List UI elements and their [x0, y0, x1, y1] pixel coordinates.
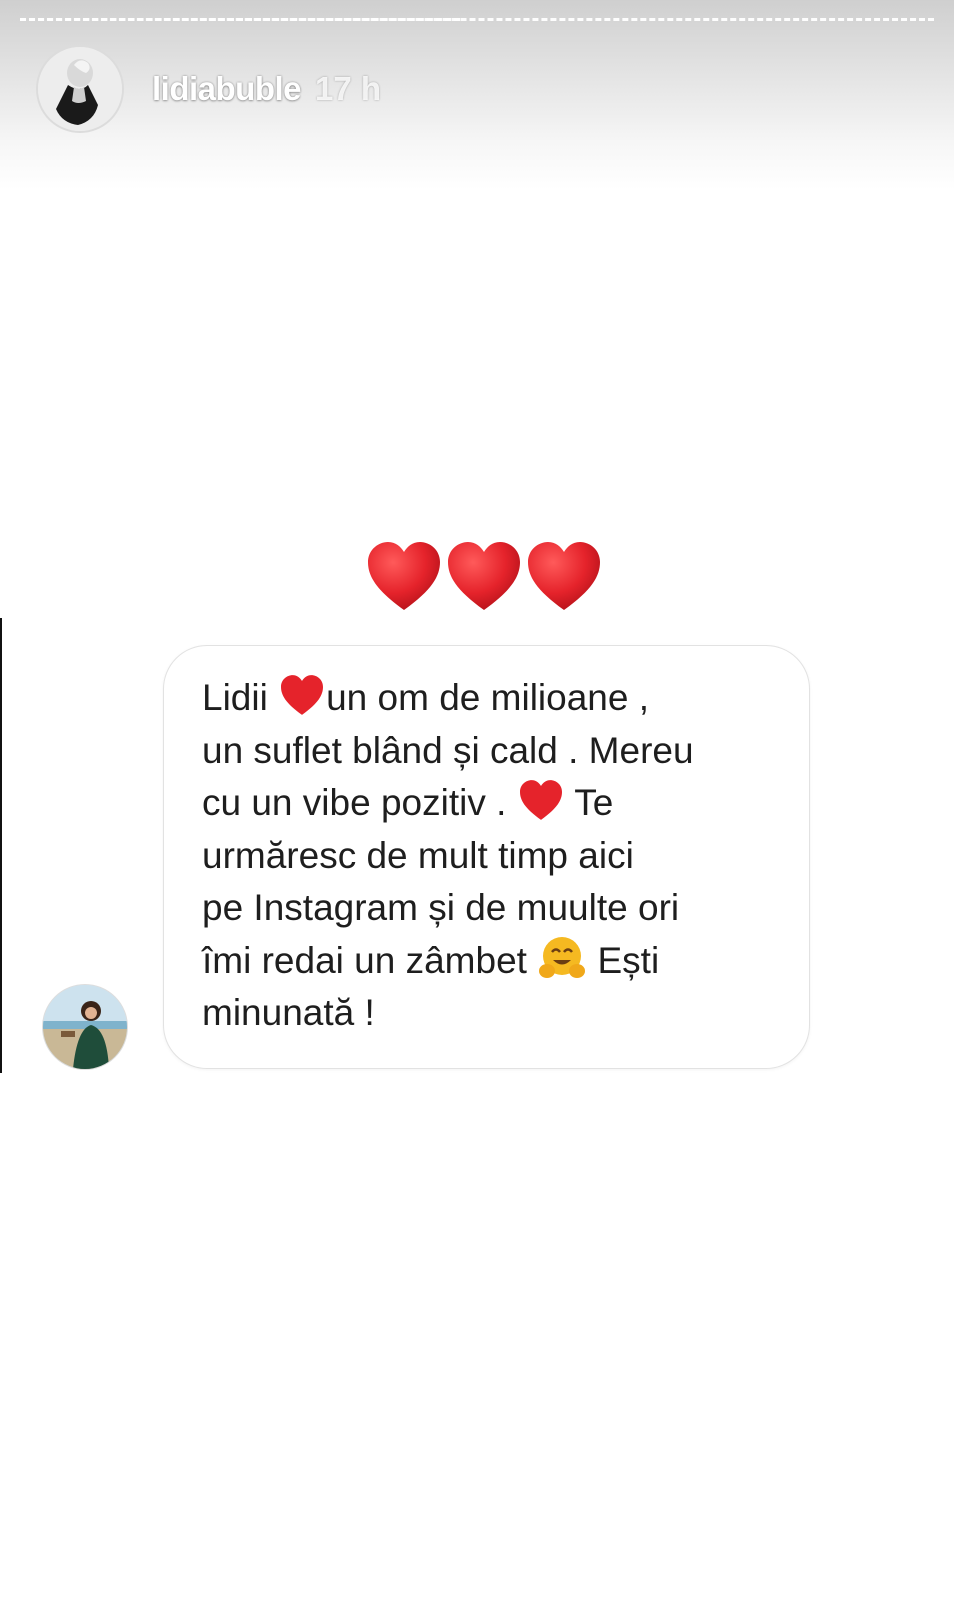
message-line: cu un vibe pozitiv . Te	[202, 777, 792, 830]
profile-avatar[interactable]	[36, 45, 124, 133]
left-edge-line	[0, 618, 2, 1073]
message-text: cu un vibe pozitiv .	[202, 782, 507, 823]
heart-icon	[448, 542, 520, 610]
reply-message: Lidii un om de milioane , un suflet blân…	[202, 672, 792, 1040]
profile-photo-icon	[38, 47, 122, 131]
message-line: pe Instagram și de muulte ori	[202, 887, 680, 928]
hugging-face-icon	[537, 935, 587, 981]
heart-icon	[278, 674, 326, 716]
story-progress-done	[20, 18, 460, 21]
message-text: îmi redai un zâmbet	[202, 939, 527, 981]
story-timestamp: 17 h	[315, 70, 382, 107]
message-text: Te	[574, 782, 614, 823]
message-text: un om de milioane ,	[326, 677, 650, 718]
message-line: minunată !	[202, 992, 375, 1033]
sender-avatar[interactable]	[42, 984, 128, 1070]
message-text: Ești	[597, 939, 660, 981]
heart-icon	[528, 542, 600, 610]
sender-photo-icon	[43, 985, 127, 1069]
message-line: un suflet blând și cald . Mereu	[202, 729, 694, 771]
heart-icon	[368, 542, 440, 610]
heart-icon	[517, 779, 565, 821]
message-line: urmăresc de mult timp aici	[202, 834, 634, 876]
message-line: îmi redai un zâmbet Ești	[202, 935, 792, 988]
username[interactable]: lidiabuble	[152, 70, 302, 108]
message-text: Lidii	[202, 677, 268, 718]
message-line: Lidii un om de milioane ,	[202, 672, 792, 725]
story-header: lidiabuble 17 h	[36, 44, 381, 134]
hearts-row	[368, 542, 600, 610]
